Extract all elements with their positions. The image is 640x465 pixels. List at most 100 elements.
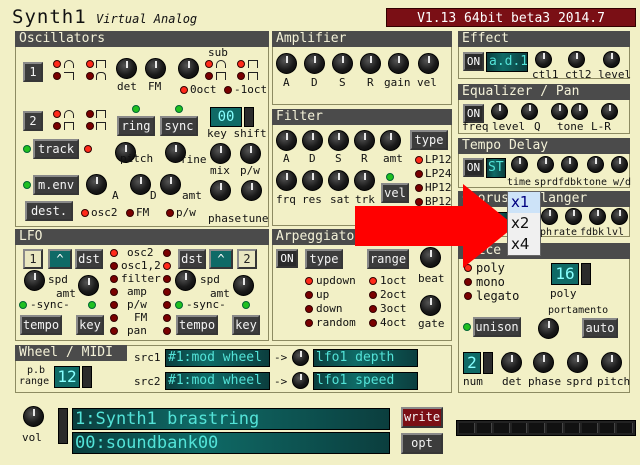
sub-wave-led-3[interactable] [237,60,245,68]
key-shift-spinner[interactable] [244,107,254,127]
ring-button[interactable]: ring [117,116,155,136]
menv-osc2-led[interactable] [81,209,89,217]
delay-type-display[interactable]: ST [486,158,506,178]
lfo-dest-led-1[interactable] [110,249,118,257]
chorus-lvl-knob[interactable] [611,208,628,225]
sync-button[interactable]: sync [160,116,198,136]
lfo2-dest-led-7[interactable] [163,327,171,335]
arp-on-button[interactable]: ON [276,249,298,268]
lfo2-sync-led[interactable] [175,301,183,309]
arp-down-led[interactable] [305,305,313,313]
lfo1-wave-button[interactable]: ^ [48,249,72,269]
osc2-wave-led[interactable] [53,110,61,118]
eq-q-knob[interactable] [551,103,568,120]
lfo-dest-led-6[interactable] [110,314,118,322]
menv-dest-button[interactable]: dest. [25,201,73,221]
lfo2-select[interactable]: 2 [237,249,257,269]
lfo1-tempo-button[interactable]: tempo [20,315,62,335]
amp-vel-knob[interactable] [418,53,439,74]
filter-res-knob[interactable] [302,170,323,191]
portamento-auto-button[interactable]: auto [582,318,618,338]
effect-level-knob[interactable] [603,51,620,68]
src1-amount-knob[interactable] [292,349,309,366]
osc2-wave-led-3[interactable] [86,110,94,118]
unison-phase-knob[interactable] [533,352,554,373]
sub-wave-led-4[interactable] [237,72,245,80]
osc2-select[interactable]: 2 [23,111,43,131]
lfo1-select[interactable]: 1 [23,249,43,269]
menv-fm-led[interactable] [126,209,134,217]
delay-tone-knob[interactable] [587,156,604,173]
menv-amt-knob[interactable] [160,174,181,195]
dst2-display[interactable]: lfo1 speed [313,372,418,390]
menv-button[interactable]: m.env [33,175,79,195]
src1-display[interactable]: #1:mod wheel [165,349,270,367]
filter-r-knob[interactable] [354,130,375,151]
sub-oct1-led[interactable] [224,86,232,94]
unison-det-knob[interactable] [501,352,522,373]
lp12-led[interactable] [415,156,423,164]
src2-display[interactable]: #1:mod wheel [165,372,270,390]
osc1-wave-led-2[interactable] [53,72,61,80]
arp-2oct-led[interactable] [369,291,377,299]
patch-name-display[interactable]: 1:Synth1 brastring [72,408,390,430]
lfo2-dest-led-4[interactable] [163,288,171,296]
osc2-wave-led-4[interactable] [86,122,94,130]
portamento-knob[interactable] [538,318,559,339]
lfo2-amt-knob[interactable] [233,275,254,296]
arp-1oct-led[interactable] [369,277,377,285]
master-volume-knob[interactable] [23,406,44,427]
delay-time-knob[interactable] [511,156,528,173]
filter-sat-knob[interactable] [328,170,349,191]
pb-range-spinner[interactable] [82,366,92,388]
unison-num-display[interactable]: 2 [463,352,481,374]
arp-random-led[interactable] [305,319,313,327]
amp-r-knob[interactable] [360,53,381,74]
delay-on-button[interactable]: ON [463,158,484,177]
filter-a-knob[interactable] [276,130,297,151]
arp-gate-knob[interactable] [420,295,441,316]
arp-type-button[interactable]: type [305,249,343,269]
lfo2-tempo-button[interactable]: tempo [176,315,218,335]
osc1-select[interactable]: 1 [23,62,43,82]
lfo1-amt-knob[interactable] [78,275,99,296]
unison-button[interactable]: unison [473,317,521,337]
chorus-fdbk-knob[interactable] [589,208,606,225]
effect-type-display[interactable]: a.d.1 [486,52,528,72]
osc-pw-knob[interactable] [240,143,261,164]
lfo-dest-led-2[interactable] [110,262,118,270]
voice-legato-led[interactable] [464,292,472,300]
osc2-wave-led-2[interactable] [53,122,61,130]
lfo2-dest-led-2[interactable] [163,262,171,270]
chorus-menu-x2[interactable]: x2 [508,213,540,234]
delay-sprd-knob[interactable] [537,156,554,173]
filter-type-button[interactable]: type [410,130,448,150]
dst1-display[interactable]: lfo1 depth [313,349,418,367]
chorus-rate-knob[interactable] [565,208,582,225]
lfo2-dest-led-1[interactable] [163,249,171,257]
menv-d-knob[interactable] [130,174,151,195]
lfo2-key-button[interactable]: key [232,315,260,335]
osc-phase-knob[interactable] [210,180,231,201]
effect-ctl1-knob[interactable] [535,51,552,68]
write-button[interactable]: write [401,407,443,428]
eq-lr-knob[interactable] [601,103,618,120]
unison-num-spinner[interactable] [483,352,493,374]
sub-oct0-led[interactable] [180,86,188,94]
arp-4oct-led[interactable] [369,319,377,327]
lfo2-dst-button[interactable]: dst [178,249,206,269]
sub-wave-led[interactable] [205,60,213,68]
osc-det-knob[interactable] [116,58,137,79]
pb-range-display[interactable]: 12 [54,366,80,388]
chorus-menu-x4[interactable]: x4 [508,234,540,255]
src2-amount-knob[interactable] [292,372,309,389]
menv-pw-led[interactable] [166,209,174,217]
eq-tone-knob[interactable] [571,103,588,120]
lfo-dest-led-5[interactable] [110,301,118,309]
lfo1-sync-led[interactable] [19,301,27,309]
arp-updown-led[interactable] [305,277,313,285]
sub-level-knob[interactable] [178,58,199,79]
osc1-wave-led-3[interactable] [86,60,94,68]
effect-on-button[interactable]: ON [463,52,484,71]
lfo2-dest-led-6[interactable] [163,314,171,322]
